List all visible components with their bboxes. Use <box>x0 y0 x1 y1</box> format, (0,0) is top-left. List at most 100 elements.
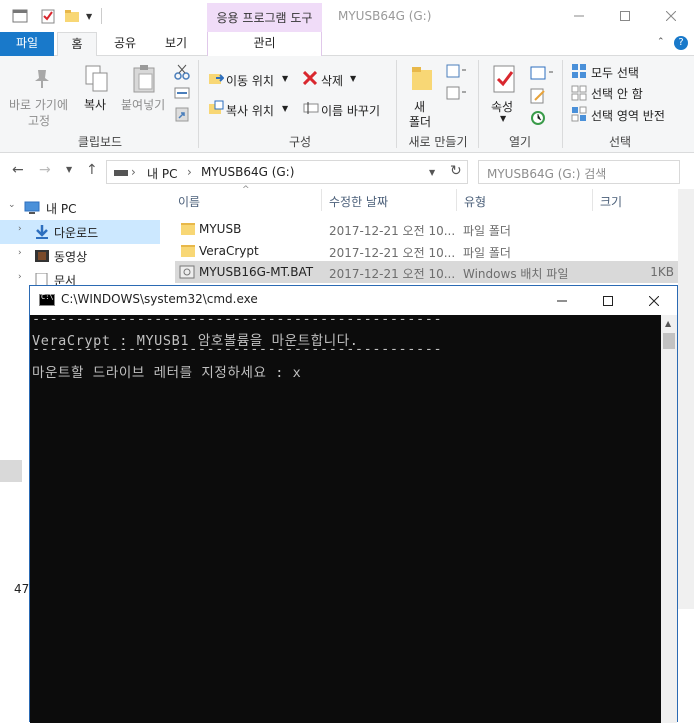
new-folder-quick-icon[interactable] <box>64 8 80 24</box>
file-row[interactable]: VeraCrypt 2017-12-21 오전 10... 파일 폴더 <box>175 240 678 262</box>
new-folder-label-2: 폴더 <box>409 115 432 129</box>
download-arrow-icon <box>36 225 48 239</box>
new-folder-icon <box>412 67 432 90</box>
forward-arrow-icon[interactable]: → <box>39 162 51 178</box>
copy-icon <box>85 65 108 92</box>
copy-path-icon[interactable] <box>174 86 190 100</box>
tab-share[interactable]: 공유 <box>108 32 142 56</box>
cmd-maximize-button[interactable] <box>585 286 631 315</box>
group-separator <box>396 60 397 148</box>
tab-view[interactable]: 보기 <box>159 32 193 56</box>
invert-selection-button[interactable]: 선택 영역 반전 <box>591 107 665 124</box>
breadcrumb-separator-icon: › <box>187 165 192 179</box>
search-box[interactable]: MYUSB64G (G:) 검색 <box>478 160 680 184</box>
breadcrumb-this-pc[interactable]: 내 PC <box>147 165 177 182</box>
ribbon-tab-row: 파일 홈 공유 보기 관리 ⌃ ? <box>0 32 694 57</box>
open-icon[interactable] <box>530 66 556 80</box>
console-output[interactable]: ----------------------------------------… <box>30 315 661 723</box>
cmd-app-icon[interactable] <box>39 293 55 306</box>
file-name: MYUSB <box>199 222 242 236</box>
console-scrollbar[interactable]: ▲ <box>661 315 677 723</box>
column-separator[interactable] <box>592 189 593 211</box>
search-placeholder: MYUSB64G (G:) 검색 <box>487 167 607 181</box>
breadcrumb-drive[interactable]: MYUSB64G (G:) <box>201 165 294 179</box>
file-row[interactable]: MYUSB 2017-12-21 오전 10... 파일 폴더 <box>175 218 678 240</box>
history-icon[interactable] <box>530 110 546 126</box>
expand-chevron-icon[interactable]: › <box>18 224 22 234</box>
close-icon <box>666 11 676 21</box>
pin-quick-access-label[interactable]: 바로 가기에 <box>9 96 68 113</box>
system-menu-icon[interactable] <box>12 8 28 24</box>
file-list-scrollbar[interactable] <box>678 189 694 609</box>
back-arrow-icon[interactable]: ← <box>12 162 24 178</box>
drive-icon <box>114 170 128 176</box>
address-bar[interactable]: › 내 PC › MYUSB64G (G:) ▼ ↻ <box>106 160 468 184</box>
minimize-icon <box>557 300 567 301</box>
easy-access-icon[interactable] <box>446 86 468 102</box>
maximize-icon <box>603 295 613 306</box>
delete-button[interactable]: 삭제 <box>321 72 343 89</box>
nav-item-videos[interactable]: › 동영상 <box>0 244 160 268</box>
column-header-name[interactable]: 이름 <box>178 193 200 217</box>
ribbon-collapse-icon[interactable]: ⌃ <box>657 37 665 47</box>
refresh-icon[interactable]: ↻ <box>450 163 462 179</box>
pin-icon <box>35 70 49 88</box>
rename-button[interactable]: 이름 바꾸기 <box>321 102 380 119</box>
explorer-title-bar: ▼ 응용 프로그램 도구 MYUSB64G (G:) <box>0 0 694 32</box>
new-item-icon[interactable] <box>446 64 468 80</box>
paste-button[interactable]: 붙여넣기 <box>121 96 165 113</box>
expand-chevron-icon[interactable]: › <box>18 272 22 282</box>
column-separator[interactable] <box>321 189 322 211</box>
properties-button[interactable]: 속성 <box>491 98 513 115</box>
context-tab-app-tools: 응용 프로그램 도구 <box>207 3 322 32</box>
properties-dropdown-icon[interactable]: ▼ <box>500 114 506 123</box>
nav-item-this-pc[interactable]: ⌄ 내 PC <box>0 196 160 220</box>
recent-locations-icon[interactable]: ▼ <box>66 165 72 174</box>
scroll-up-arrow-icon[interactable]: ▲ <box>665 319 671 328</box>
up-arrow-icon[interactable]: ↑ <box>86 162 98 178</box>
help-icon[interactable]: ? <box>674 36 688 50</box>
copy-button[interactable]: 복사 <box>84 96 106 113</box>
tab-home[interactable]: 홈 <box>57 32 97 57</box>
scrollbar-thumb[interactable] <box>663 333 675 349</box>
select-none-button[interactable]: 선택 안 함 <box>591 85 643 102</box>
file-row[interactable]: MYUSB16G-MT.BAT 2017-12-21 오전 10... Wind… <box>175 261 678 283</box>
clipboard-group-label: 클립보드 <box>77 135 123 149</box>
column-header-size[interactable]: 크기 <box>600 193 622 217</box>
quick-access-dropdown-icon[interactable]: ▼ <box>86 12 92 21</box>
nav-item-downloads[interactable]: › 다운로드 <box>0 220 160 244</box>
close-button[interactable] <box>648 0 694 32</box>
file-size: 1KB <box>650 265 674 279</box>
move-to-dropdown-icon[interactable]: ▼ <box>282 74 288 83</box>
console-prompt-line: 마운트할 드라이브 레터를 지정하세요 : x <box>32 365 302 381</box>
file-type: 파일 폴더 <box>463 224 511 238</box>
delete-dropdown-icon[interactable]: ▼ <box>350 74 356 83</box>
maximize-button[interactable] <box>602 0 648 32</box>
edit-icon[interactable] <box>530 88 546 104</box>
select-all-button[interactable]: 모두 선택 <box>591 64 639 81</box>
copy-to-button[interactable]: 복사 위치 <box>226 102 274 119</box>
column-header-type[interactable]: 유형 <box>464 193 486 217</box>
group-separator <box>478 60 479 148</box>
column-header-date[interactable]: 수정한 날짜 <box>329 193 388 217</box>
cmd-minimize-button[interactable] <box>539 286 585 315</box>
invert-selection-icon <box>571 106 587 122</box>
file-name: MYUSB16G-MT.BAT <box>199 265 314 279</box>
column-separator[interactable] <box>456 189 457 211</box>
cmd-close-button[interactable] <box>631 286 677 315</box>
copy-to-dropdown-icon[interactable]: ▼ <box>282 104 288 113</box>
tab-manage[interactable]: 관리 <box>207 32 322 56</box>
move-to-button[interactable]: 이동 위치 <box>226 72 274 89</box>
expand-chevron-icon[interactable]: › <box>18 248 22 258</box>
tab-file[interactable]: 파일 <box>0 32 54 56</box>
cut-icon[interactable] <box>174 64 190 80</box>
paste-shortcut-icon[interactable] <box>174 106 190 122</box>
maximize-icon <box>620 11 630 21</box>
console-line: ----------------------------------------… <box>32 341 443 357</box>
properties-quick-icon[interactable] <box>40 8 56 24</box>
address-dropdown-icon[interactable]: ▼ <box>429 168 435 177</box>
file-name: VeraCrypt <box>199 244 259 258</box>
nav-selected-marker <box>0 460 22 482</box>
minimize-button[interactable] <box>556 0 602 32</box>
expand-chevron-icon[interactable]: ⌄ <box>8 200 16 210</box>
